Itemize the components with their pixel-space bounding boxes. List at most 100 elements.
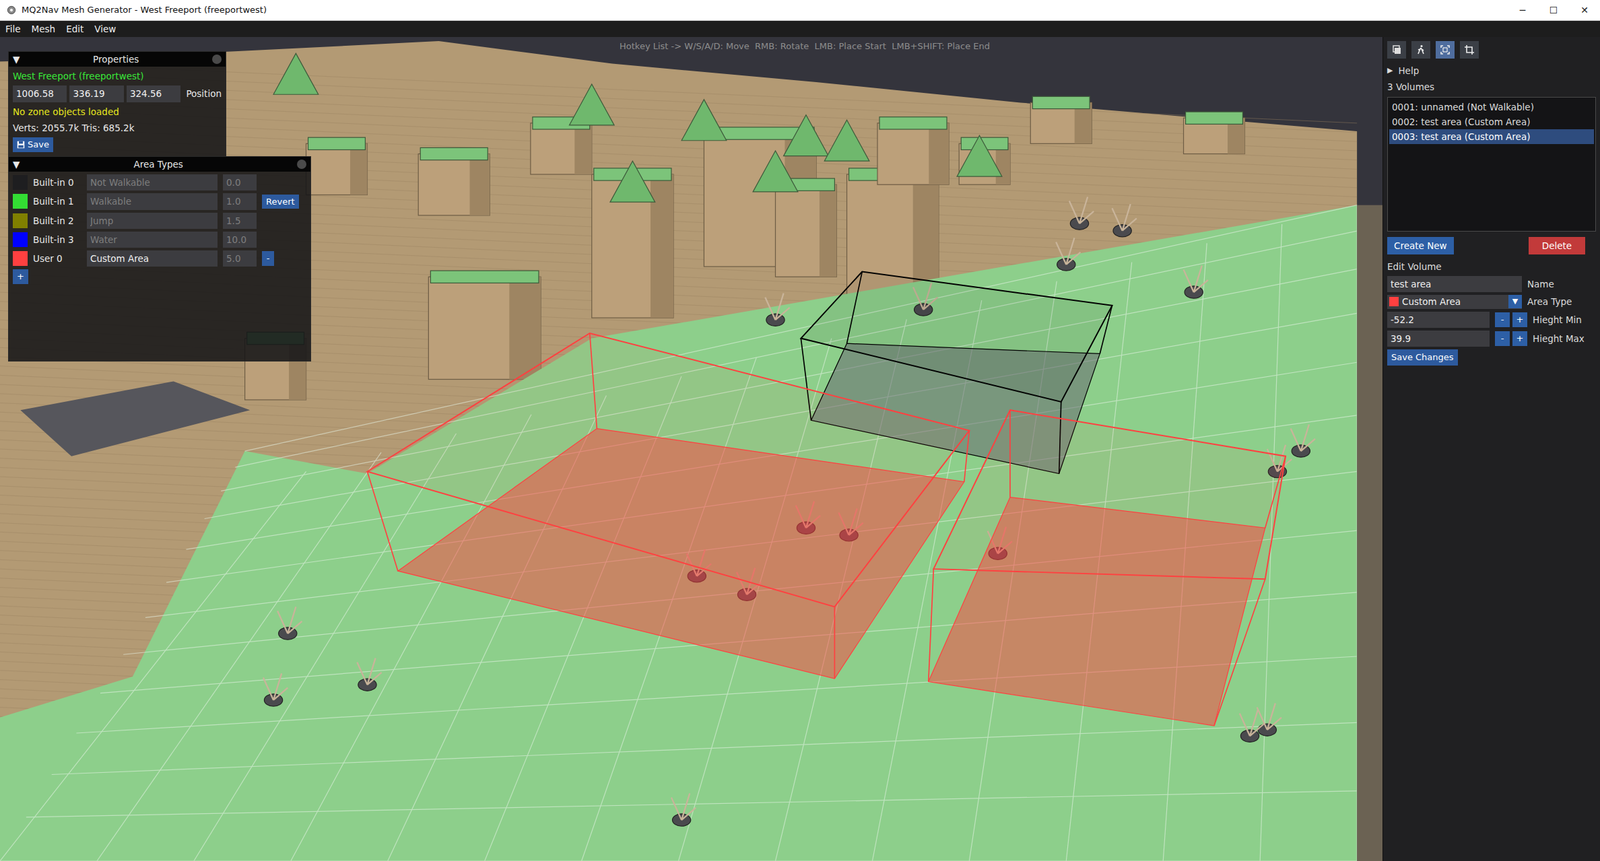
area-name-field[interactable] bbox=[86, 174, 218, 191]
position-row: Position bbox=[12, 85, 222, 102]
tool-button[interactable] bbox=[1411, 41, 1431, 59]
area-type-row: Built-in 1 Revert bbox=[12, 193, 307, 210]
area-cost-field[interactable] bbox=[222, 231, 257, 248]
hotkey-hint: Hotkey List -> W/S/A/D: Move RMB: Rotate… bbox=[619, 39, 990, 54]
menu-item[interactable]: Mesh bbox=[31, 22, 56, 36]
window-title: Area Types bbox=[19, 157, 297, 172]
height-row: -+ Hieght Min bbox=[1387, 311, 1596, 328]
mesh-stats: Verts: 2055.7k Tris: 685.2k bbox=[12, 121, 222, 135]
color-swatch[interactable] bbox=[12, 175, 28, 190]
field-label: Area Type bbox=[1527, 294, 1572, 309]
area-cost-field[interactable] bbox=[222, 174, 257, 191]
floppy-icon bbox=[16, 140, 25, 149]
increment-button[interactable]: + bbox=[1512, 312, 1528, 328]
maximize-button[interactable]: ☐ bbox=[1538, 0, 1570, 21]
tool-button[interactable] bbox=[1387, 41, 1407, 59]
close-dot[interactable] bbox=[212, 54, 222, 64]
color-swatch[interactable] bbox=[12, 251, 28, 266]
save-button[interactable]: Save bbox=[12, 137, 54, 153]
area-action-button[interactable]: Revert bbox=[261, 194, 299, 210]
dropdown-arrow: ▼ bbox=[1508, 294, 1522, 309]
area-name-field[interactable] bbox=[86, 212, 218, 229]
decrement-button[interactable]: - bbox=[1494, 312, 1510, 328]
area-id: Built-in 1 bbox=[32, 194, 82, 209]
app-window: MQ2Nav Mesh Generator - West Freeport (f… bbox=[0, 0, 1600, 861]
field-label: Hieght Min bbox=[1532, 313, 1582, 327]
area-id: Built-in 2 bbox=[32, 214, 82, 228]
collapse-arrow[interactable]: ▼ bbox=[12, 157, 20, 172]
crop-icon bbox=[1463, 44, 1475, 56]
tool-button[interactable] bbox=[1435, 41, 1455, 59]
name-row: Name bbox=[1387, 276, 1596, 293]
increment-button[interactable]: + bbox=[1512, 331, 1528, 347]
volume-item[interactable]: 0002: test area (Custom Area) bbox=[1389, 114, 1594, 130]
field-label: Position bbox=[185, 86, 222, 101]
close-button[interactable]: ✕ bbox=[1569, 0, 1600, 21]
height-field[interactable] bbox=[1387, 311, 1490, 328]
create-button[interactable]: Create New bbox=[1387, 237, 1454, 255]
height-field[interactable] bbox=[1387, 330, 1490, 347]
menu-item[interactable]: Edit bbox=[65, 22, 84, 36]
position-field[interactable] bbox=[12, 85, 67, 102]
area-id: Built-in 0 bbox=[32, 175, 82, 190]
area-type-row: Built-in 2 bbox=[12, 212, 307, 229]
volume-actions: Create New Delete bbox=[1387, 237, 1596, 255]
area-name-field[interactable] bbox=[86, 193, 218, 210]
window-title: MQ2Nav Mesh Generator - West Freeport (f… bbox=[21, 3, 1508, 17]
minimize-button[interactable]: ─ bbox=[1507, 0, 1539, 21]
area-types-header: ▼Area Types bbox=[8, 156, 311, 172]
help-label: Help bbox=[1397, 63, 1419, 78]
volume-item[interactable]: 0001: unnamed (Not Walkable) bbox=[1389, 99, 1594, 115]
toolbar bbox=[1387, 41, 1596, 59]
area-id: User 0 bbox=[32, 251, 82, 266]
decrement-button[interactable]: - bbox=[1494, 331, 1510, 347]
save-changes-button[interactable]: Save Changes bbox=[1387, 349, 1458, 366]
window-title: Properties bbox=[19, 52, 213, 66]
position-field[interactable] bbox=[126, 85, 181, 102]
volume-count: 3 Volumes bbox=[1387, 80, 1596, 94]
color-swatch bbox=[1389, 296, 1399, 307]
volume-icon bbox=[1439, 44, 1451, 56]
tool-button[interactable] bbox=[1459, 41, 1479, 59]
menu-bar: File Mesh Edit View bbox=[0, 20, 1600, 38]
color-swatch[interactable] bbox=[12, 232, 28, 248]
area-action-button[interactable]: - bbox=[261, 251, 275, 266]
app-icon bbox=[6, 5, 17, 15]
mesh-icon bbox=[1391, 44, 1403, 56]
area-type-row: Custom Area▼ Area Type bbox=[1387, 294, 1596, 309]
volumes-panel: ▶ Help 3 Volumes 0001: unnamed (Not Walkabl… bbox=[1382, 37, 1600, 861]
field-label: Hieght Max bbox=[1532, 331, 1585, 346]
color-swatch[interactable] bbox=[12, 213, 28, 229]
zone-name: West Freeport (freeportwest) bbox=[12, 69, 222, 83]
walker-icon bbox=[1415, 44, 1427, 56]
close-dot[interactable] bbox=[296, 159, 307, 170]
area-cost-field[interactable] bbox=[222, 193, 257, 210]
delete-button[interactable]: Delete bbox=[1528, 237, 1586, 255]
area-type-row: Built-in 0 bbox=[12, 174, 307, 191]
save-label: Save bbox=[27, 138, 50, 152]
add-area-button[interactable]: + bbox=[12, 269, 29, 285]
warning-text: No zone objects loaded bbox=[12, 105, 222, 119]
height-row: -+ Hieght Max bbox=[1387, 330, 1596, 347]
area-name-field[interactable] bbox=[86, 250, 218, 267]
name-field[interactable] bbox=[1387, 276, 1522, 293]
area-types-body: Built-in 0 Built-in 1 Revert Built-in 2 Buil… bbox=[8, 171, 311, 289]
3d-viewport[interactable]: Hotkey List -> W/S/A/D: Move RMB: Rotate… bbox=[0, 37, 1383, 861]
area-cost-field[interactable] bbox=[222, 212, 257, 229]
volume-box[interactable] bbox=[928, 410, 1286, 726]
color-swatch[interactable] bbox=[12, 193, 28, 209]
area-name-field[interactable] bbox=[86, 231, 218, 248]
properties-header: ▼Properties bbox=[8, 51, 226, 67]
menu-item[interactable]: View bbox=[94, 22, 116, 36]
area-type-dropdown[interactable]: Custom Area▼ bbox=[1387, 294, 1522, 309]
menu-item[interactable]: File bbox=[5, 22, 21, 36]
position-field[interactable] bbox=[69, 85, 124, 102]
area-id: Built-in 3 bbox=[32, 232, 82, 247]
volume-item[interactable]: 0003: test area (Custom Area) bbox=[1389, 129, 1594, 145]
volume-box[interactable] bbox=[367, 333, 970, 679]
help-toggle[interactable]: ▶ Help bbox=[1387, 63, 1596, 78]
expand-arrow: ▶ bbox=[1387, 65, 1393, 77]
area-cost-field[interactable] bbox=[222, 250, 257, 267]
area-type-row: Built-in 3 bbox=[12, 231, 307, 248]
collapse-arrow[interactable]: ▼ bbox=[12, 52, 20, 66]
